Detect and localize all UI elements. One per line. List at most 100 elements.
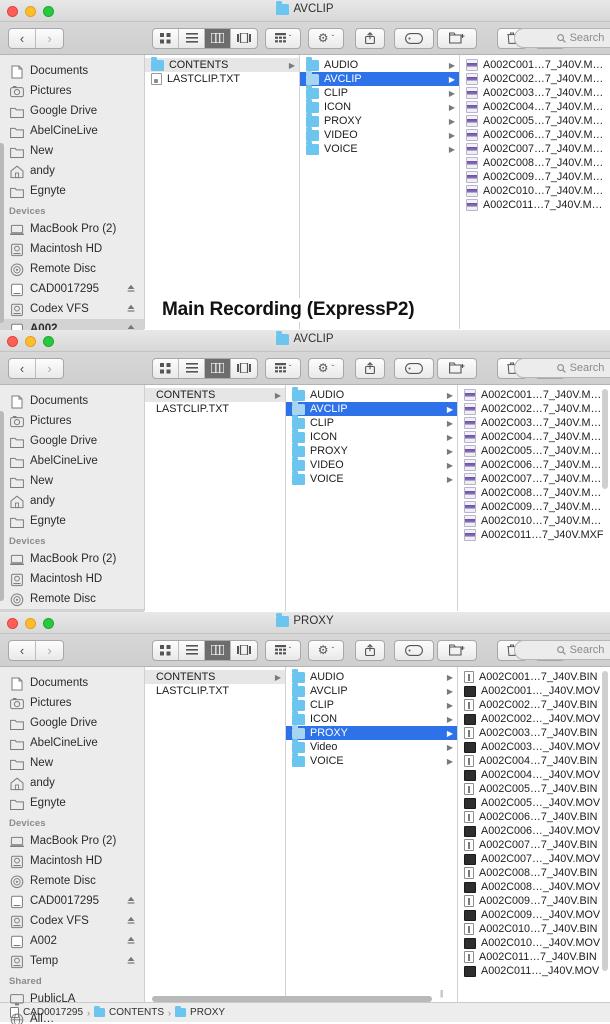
file-row[interactable]: A002C009…7_J40V.MXF: [458, 500, 608, 514]
file-row[interactable]: A002C003…_J40V.MOV: [458, 740, 608, 754]
icon-view-icon[interactable]: [153, 28, 179, 48]
file-row[interactable]: A002C004…7_J40V.MXF: [460, 100, 609, 114]
disclosure-arrow-icon[interactable]: ▶: [447, 391, 453, 400]
sidebar-item-egnyte[interactable]: Egnyte: [0, 181, 144, 201]
file-row[interactable]: CONTENTS ▶: [145, 388, 285, 402]
column-3[interactable]: A002C001…7_J40V.MXF A002C002…7_J40V.MXF A0…: [458, 385, 608, 611]
column-1[interactable]: CONTENTS ▶ LASTCLIP.TXT: [145, 667, 286, 1002]
search-field[interactable]: Search: [514, 358, 610, 378]
disclosure-arrow-icon[interactable]: ▶: [449, 75, 455, 84]
back-button[interactable]: ‹: [9, 640, 36, 660]
sidebar-item-macintosh-hd[interactable]: Macintosh HD: [0, 851, 144, 871]
tag-button[interactable]: [394, 357, 434, 379]
sidebar-item-pictures[interactable]: Pictures: [0, 81, 144, 101]
sidebar-item-cad0017295[interactable]: CAD0017295: [0, 891, 144, 911]
column-view-icon[interactable]: [205, 358, 231, 378]
column-3[interactable]: A002C001…7_J40V.MXF A002C002…7_J40V.MXF A0…: [460, 55, 609, 329]
sidebar[interactable]: Documents Pictures Google Drive AbelCineLiv…: [0, 55, 145, 330]
icon-view-icon[interactable]: [153, 640, 179, 660]
sidebar-item-macintosh-hd[interactable]: Macintosh HD: [0, 239, 144, 259]
nav-buttons[interactable]: ‹ ›: [8, 27, 64, 49]
column-2[interactable]: AUDIO ▶ AVCLIP ▶ CLIP ▶ ICON ▶ PROXY ▶ VIDEO ▶ VOICE…: [286, 385, 458, 611]
folder-row[interactable]: AUDIO ▶: [286, 669, 457, 684]
disclosure-arrow-icon[interactable]: ▶: [449, 117, 455, 126]
sidebar-item-new[interactable]: New: [0, 753, 144, 773]
file-row[interactable]: A002C006…7_J40V.MXF: [458, 458, 608, 472]
sidebar-item-macbook-pro-2-[interactable]: MacBook Pro (2): [0, 831, 144, 851]
file-row[interactable]: A002C002…7_J40V.MXF: [458, 402, 608, 416]
nav-buttons[interactable]: ‹ ›: [8, 639, 64, 661]
forward-button[interactable]: ›: [36, 641, 63, 660]
folder-row[interactable]: VOICE ▶: [300, 141, 459, 156]
file-row[interactable]: A002C011…7_J40V.MXF: [460, 198, 609, 212]
sidebar-scrollbar[interactable]: [0, 143, 4, 323]
file-row[interactable]: A002C010…7_J40V.BIN: [458, 922, 608, 936]
file-row[interactable]: A002C010…7_J40V.MXF: [458, 514, 608, 528]
file-row[interactable]: A002C007…7_J40V.MXF: [458, 472, 608, 486]
column-2[interactable]: AUDIO ▶ AVCLIP ▶ CLIP ▶ ICON ▶ PROXY ▶ VIDEO ▶ VOICE…: [300, 55, 460, 329]
titlebar[interactable]: AVCLIP: [0, 330, 610, 352]
sidebar-item-documents[interactable]: Documents: [0, 391, 144, 411]
sidebar[interactable]: Documents Pictures Google Drive AbelCineLiv…: [0, 385, 145, 612]
file-row[interactable]: A002C001…7_J40V.BIN: [458, 670, 608, 684]
sidebar-item-google-drive[interactable]: Google Drive: [0, 431, 144, 451]
disclosure-arrow-icon[interactable]: ▶: [447, 687, 453, 696]
folder-row[interactable]: CLIP ▶: [286, 697, 457, 712]
forward-button[interactable]: ›: [36, 29, 63, 48]
column3-scrollbar[interactable]: [602, 671, 608, 971]
search-field[interactable]: Search: [514, 640, 610, 660]
folder-row[interactable]: CONTENTS ▶: [145, 57, 299, 72]
action-menu-button[interactable]: ⚙ ˇ: [308, 639, 344, 661]
sidebar-item-macintosh-hd[interactable]: Macintosh HD: [0, 569, 144, 589]
folder-row[interactable]: ICON ▶: [286, 711, 457, 726]
sidebar-item-new[interactable]: New: [0, 471, 144, 491]
file-row[interactable]: A002C005…7_J40V.MXF: [458, 444, 608, 458]
folder-row[interactable]: VOICE ▶: [286, 471, 457, 486]
sidebar-item-abelcinelive[interactable]: AbelCineLive: [0, 733, 144, 753]
file-row[interactable]: A002C004…_J40V.MOV: [458, 768, 608, 782]
arrange-button[interactable]: ˇ: [265, 357, 301, 379]
sidebar-item-abelcinelive[interactable]: AbelCineLive: [0, 451, 144, 471]
sidebar-item-macbook-pro-2-[interactable]: MacBook Pro (2): [0, 549, 144, 569]
file-row[interactable]: A002C006…_J40V.MOV: [458, 824, 608, 838]
sidebar-item-publicla[interactable]: PublicLA: [0, 989, 144, 1009]
file-row[interactable]: A002C008…7_J40V.BIN: [458, 866, 608, 880]
column-view-icon[interactable]: [205, 28, 231, 48]
column-resize-grip[interactable]: ||: [440, 989, 443, 998]
coverflow-view-icon[interactable]: [231, 641, 257, 660]
file-row[interactable]: A002C001…_J40V.MOV: [458, 684, 608, 698]
column-view-icon[interactable]: [205, 640, 231, 660]
disclosure-arrow-icon[interactable]: ▶: [447, 433, 453, 442]
coverflow-view-icon[interactable]: [231, 29, 257, 48]
back-button[interactable]: ‹: [9, 358, 36, 378]
file-row[interactable]: A002C001…7_J40V.MXF: [460, 58, 609, 72]
file-row[interactable]: A002C003…7_J40V.MXF: [460, 86, 609, 100]
file-row[interactable]: A002C011…7_J40V.BIN: [458, 950, 608, 964]
disclosure-arrow-icon[interactable]: ▶: [447, 405, 453, 414]
disclosure-arrow-icon[interactable]: ▶: [449, 145, 455, 154]
file-row[interactable]: A002C001…7_J40V.MXF: [458, 388, 608, 402]
arrange-button[interactable]: ˇ: [265, 27, 301, 49]
file-row[interactable]: A002C005…7_J40V.MXF: [460, 114, 609, 128]
file-row[interactable]: A002C003…7_J40V.MXF: [458, 416, 608, 430]
file-row[interactable]: A002C009…_J40V.MOV: [458, 908, 608, 922]
file-row[interactable]: A002C008…7_J40V.MXF: [460, 156, 609, 170]
disclosure-arrow-icon[interactable]: ▶: [289, 61, 295, 70]
file-row[interactable]: A002C010…7_J40V.MXF: [460, 184, 609, 198]
sidebar-item-documents[interactable]: Documents: [0, 61, 144, 81]
file-row[interactable]: A002C007…_J40V.MOV: [458, 852, 608, 866]
column-3[interactable]: A002C001…7_J40V.BIN A002C001…_J40V.MOV A00…: [458, 667, 608, 1002]
eject-icon[interactable]: [127, 956, 135, 967]
action-menu-button[interactable]: ⚙ ˇ: [308, 357, 344, 379]
back-button[interactable]: ‹: [9, 28, 36, 48]
folder-row[interactable]: Video ▶: [286, 739, 457, 754]
file-row[interactable]: LASTCLIP.TXT: [145, 684, 285, 698]
file-row[interactable]: A002C002…7_J40V.BIN: [458, 698, 608, 712]
view-switcher[interactable]: [152, 357, 258, 379]
file-row[interactable]: CONTENTS ▶: [145, 670, 285, 684]
search-input[interactable]: Search: [570, 644, 605, 656]
disclosure-arrow-icon[interactable]: ▶: [275, 673, 281, 682]
search-input[interactable]: Search: [570, 362, 605, 374]
sidebar-item-egnyte[interactable]: Egnyte: [0, 793, 144, 813]
sidebar-item-a002[interactable]: A002: [0, 931, 144, 951]
